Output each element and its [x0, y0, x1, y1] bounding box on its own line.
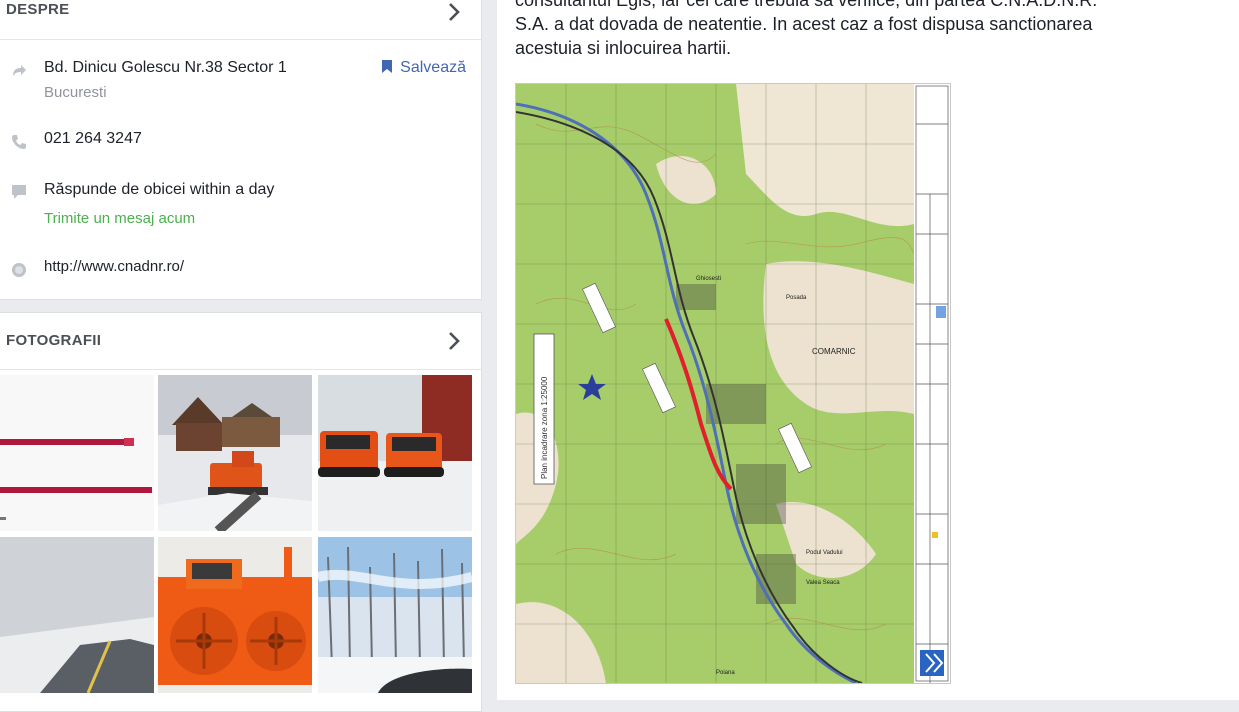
photo-thumb-snowplow-house[interactable]: [158, 375, 312, 531]
chevron-right-icon[interactable]: [443, 1, 465, 23]
share-arrow-icon: [13, 65, 26, 76]
save-button[interactable]: Salvează: [382, 59, 466, 77]
post-content: consultantul Egis, iar cel care trebuia …: [497, 0, 1239, 700]
photo-thumb-snowcats[interactable]: [318, 375, 472, 531]
post-line-3: acestuia si inlocuirea hartii.: [515, 38, 732, 58]
snow-road-image: [0, 537, 154, 693]
response-row: Răspunde de obicei within a day Trimite …: [0, 181, 482, 231]
message-icon: [12, 185, 26, 199]
forest-road-image: [318, 537, 472, 693]
about-title: DESPRE: [6, 1, 70, 18]
photo-thumb-snow-road[interactable]: [0, 537, 154, 693]
topographic-map-image[interactable]: Plan incadrare zona 1:25000 COMARNIC Pos…: [515, 83, 951, 685]
snowplow-house-image: [158, 375, 312, 531]
photo-thumb-forest-road[interactable]: [318, 537, 472, 693]
website-link[interactable]: http://www.cnadnr.ro/: [44, 258, 184, 275]
chart-screenshot-image: [0, 375, 154, 531]
address-line: Bd. Dinicu Golescu Nr.38 Sector 1: [44, 59, 287, 76]
phone-number[interactable]: 021 264 3247: [44, 130, 142, 148]
map-place-label-2: Ghiosesti: [696, 276, 721, 282]
post-line-1: consultantul Egis, iar cel care trebuia …: [515, 0, 1098, 10]
address-row: Bd. Dinicu Golescu Nr.38 Sector 1 Bucure…: [0, 59, 482, 109]
send-message-link[interactable]: Trimite un mesaj acum: [44, 210, 195, 227]
map-town-label: COMARNIC: [812, 347, 856, 356]
map-drawing: Plan incadrare zona 1:25000 COMARNIC Pos…: [515, 84, 950, 685]
photo-thumb-snowblower[interactable]: [158, 537, 312, 693]
snowcats-image: [318, 375, 472, 531]
map-place-label-3: Podul Vadului: [806, 550, 843, 556]
map-legend-label: Plan incadrare zona 1:25000: [540, 376, 549, 479]
about-header[interactable]: DESPRE: [0, 0, 481, 40]
address-city: Bucuresti: [44, 84, 107, 101]
bookmark-icon: [382, 60, 393, 73]
map-place-label-5: Poiana: [716, 670, 735, 676]
map-place-label-1: Posada: [786, 295, 807, 301]
phone-row: 021 264 3247: [0, 130, 482, 154]
globe-icon: [12, 263, 26, 277]
website-row: http://www.cnadnr.ro/: [0, 258, 482, 282]
snowblower-image: [158, 537, 312, 693]
post-body: consultantul Egis, iar cel care trebuia …: [515, 0, 1235, 60]
photos-header[interactable]: FOTOGRAFII: [0, 313, 481, 370]
photos-card: FOTOGRAFII: [0, 312, 482, 712]
phone-icon: [12, 135, 26, 149]
about-card: DESPRE Bd. Dinicu Golescu Nr.38 Sector 1…: [0, 0, 482, 300]
chevron-right-icon[interactable]: [443, 330, 465, 352]
photos-title: FOTOGRAFII: [6, 332, 102, 349]
response-time: Răspunde de obicei within a day: [44, 181, 275, 198]
map-place-label-4: Valea Seaca: [806, 580, 840, 586]
left-sidebar: DESPRE Bd. Dinicu Golescu Nr.38 Sector 1…: [0, 0, 482, 712]
save-label: Salvează: [400, 59, 466, 76]
photo-thumb-chart[interactable]: [0, 375, 154, 531]
post-line-2: S.A. a dat dovada de neatentie. In acest…: [515, 14, 1093, 34]
